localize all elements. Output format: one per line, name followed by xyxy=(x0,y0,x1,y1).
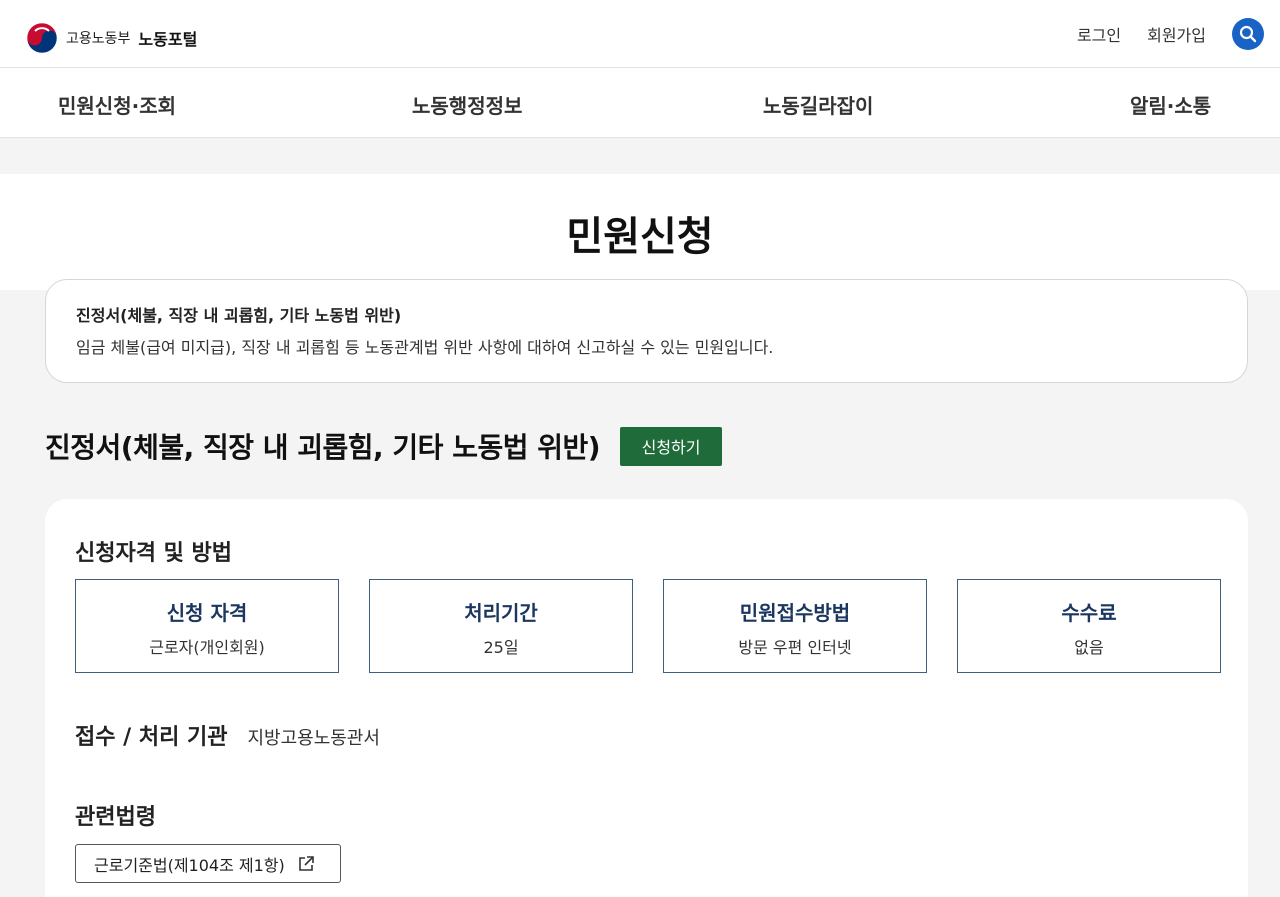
page-title: 민원신청 xyxy=(566,214,714,260)
info-box-key: 처리기간 xyxy=(464,601,538,625)
external-link-icon xyxy=(298,855,314,871)
info-box-value: 없음 xyxy=(1074,638,1104,657)
intro-title: 진정서(체불, 직장 내 괴롭힘, 기타 노동법 위반) xyxy=(76,306,402,325)
related-law-label: 근로기준법(제104조 제1항) xyxy=(94,855,285,875)
main-navigation: 민원신청·조회 노동행정정보 노동길라잡이 알림·소통 xyxy=(0,68,1280,138)
info-box-value: 25일 xyxy=(483,638,519,657)
nav-item-labor-guide[interactable]: 노동길라잡이 xyxy=(763,90,873,119)
agency-value: 지방고용노동관서 xyxy=(247,728,380,749)
intro-card: 진정서(체불, 직장 내 괴롭힘, 기타 노동법 위반) 임금 체불(급여 미지… xyxy=(45,279,1248,383)
utility-menu: 로그인 회원가입 xyxy=(1077,18,1264,50)
site-header: 고용노동부 노동포털 로그인 회원가입 xyxy=(0,4,1280,68)
related-law-link[interactable]: 근로기준법(제104조 제1항) xyxy=(75,844,341,883)
nav-item-labor-admin-info[interactable]: 노동행정정보 xyxy=(412,90,522,119)
intro-description: 임금 체불(급여 미지급), 직장 내 괴롭힘 등 노동관계법 위반 사항에 대… xyxy=(76,338,774,357)
info-box-key: 수수료 xyxy=(1061,601,1117,625)
grey-band xyxy=(0,139,1280,174)
apply-button[interactable]: 신청하기 xyxy=(620,426,723,466)
eligibility-section-title: 신청자격 및 방법 xyxy=(75,541,232,566)
info-boxes: 신청 자격 근로자(개인회원) 처리기간 25일 민원접수방법 방문 우편 인터… xyxy=(75,579,1221,673)
ministry-name: 고용노동부 xyxy=(66,31,131,47)
info-box-submission-method: 민원접수방법 방문 우편 인터넷 xyxy=(663,579,927,673)
nav-item-notice[interactable]: 알림·소통 xyxy=(1130,90,1211,119)
site-logo[interactable]: 고용노동부 노동포털 xyxy=(26,22,197,54)
processing-agency: 접수 / 처리 기관 지방고용노동관서 xyxy=(75,719,380,751)
info-box-key: 신청 자격 xyxy=(166,601,248,625)
service-title: 진정서(체불, 직장 내 괴롭힘, 기타 노동법 위반) xyxy=(45,431,601,464)
agency-label: 접수 / 처리 기관 xyxy=(75,725,228,750)
related-law-title: 관련법령 xyxy=(75,805,156,830)
info-box-value: 방문 우편 인터넷 xyxy=(738,638,852,657)
login-link[interactable]: 로그인 xyxy=(1077,22,1121,46)
details-panel: 신청자격 및 방법 신청 자격 근로자(개인회원) 처리기간 25일 민원접수방… xyxy=(45,499,1248,897)
page-title-area: 민원신청 xyxy=(0,174,1280,290)
signup-link[interactable]: 회원가입 xyxy=(1147,22,1206,46)
taegeuk-logo-icon xyxy=(26,22,58,54)
info-box-eligibility: 신청 자격 근로자(개인회원) xyxy=(75,579,339,673)
info-box-value: 근로자(개인회원) xyxy=(149,638,265,657)
search-icon xyxy=(1239,25,1257,43)
portal-name: 노동포털 xyxy=(138,30,198,49)
info-box-key: 민원접수방법 xyxy=(739,601,851,625)
info-box-processing-period: 처리기간 25일 xyxy=(369,579,633,673)
nav-item-civil-application[interactable]: 민원신청·조회 xyxy=(58,90,176,119)
info-box-fee: 수수료 없음 xyxy=(957,579,1221,673)
service-heading: 진정서(체불, 직장 내 괴롭힘, 기타 노동법 위반) 신청하기 xyxy=(45,426,723,466)
search-button[interactable] xyxy=(1232,18,1264,50)
